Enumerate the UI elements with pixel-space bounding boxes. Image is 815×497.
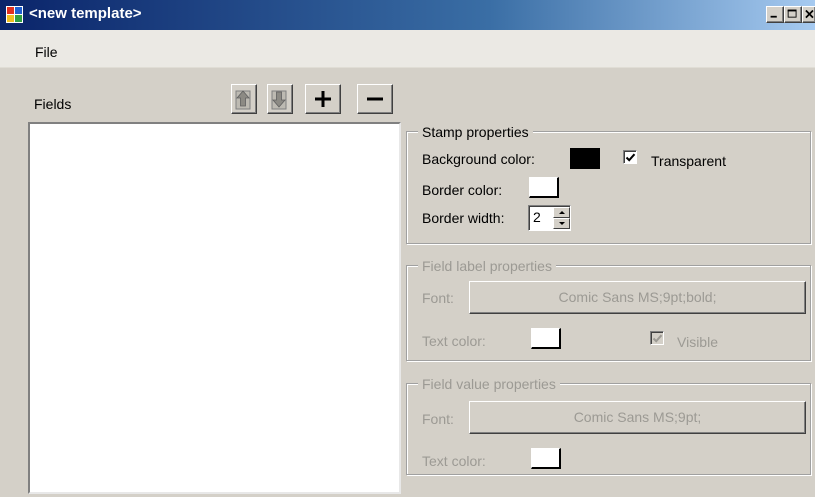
check-icon bbox=[625, 153, 636, 162]
transparent-checkbox[interactable] bbox=[623, 150, 637, 164]
move-up-icon bbox=[235, 90, 251, 110]
app-icon bbox=[6, 6, 23, 23]
chevron-down-icon bbox=[559, 222, 565, 225]
field-label-properties-title: Field label properties bbox=[418, 258, 556, 274]
label-font-label: Font: bbox=[422, 290, 454, 306]
add-field-button[interactable] bbox=[305, 84, 341, 114]
menu-file[interactable]: File bbox=[35, 44, 58, 60]
label-text-color-swatch[interactable] bbox=[531, 328, 561, 349]
title-bar[interactable]: <new template> bbox=[0, 0, 815, 30]
move-down-icon bbox=[271, 90, 287, 110]
label-font-button[interactable]: Comic Sans MS;9pt;bold; bbox=[469, 281, 806, 314]
border-width-label: Border width: bbox=[422, 210, 505, 226]
spin-down-button[interactable] bbox=[553, 218, 570, 229]
visible-checkbox[interactable] bbox=[650, 331, 664, 345]
move-down-button[interactable] bbox=[267, 84, 293, 114]
background-color-swatch[interactable] bbox=[570, 148, 600, 169]
check-icon bbox=[652, 334, 663, 343]
menu-bar bbox=[0, 30, 815, 68]
value-font-label: Font: bbox=[422, 411, 454, 427]
field-value-properties-title: Field value properties bbox=[418, 376, 560, 392]
window-title: <new template> bbox=[29, 5, 142, 22]
fields-list[interactable] bbox=[28, 122, 401, 494]
value-text-color-label: Text color: bbox=[422, 453, 486, 469]
spin-up-button[interactable] bbox=[553, 207, 570, 218]
value-text-color-swatch[interactable] bbox=[531, 448, 561, 469]
plus-icon bbox=[315, 91, 331, 107]
chevron-up-icon bbox=[559, 211, 565, 214]
background-color-label: Background color: bbox=[422, 151, 535, 167]
minimize-button[interactable] bbox=[766, 6, 784, 23]
label-text-color-label: Text color: bbox=[422, 333, 486, 349]
value-font-button[interactable]: Comic Sans MS;9pt; bbox=[469, 401, 806, 434]
minus-icon bbox=[367, 97, 383, 101]
transparent-label: Transparent bbox=[651, 153, 726, 169]
close-button[interactable] bbox=[802, 6, 815, 23]
border-width-spinner[interactable]: 2 bbox=[528, 205, 571, 231]
fields-label: Fields bbox=[34, 96, 72, 112]
border-color-label: Border color: bbox=[422, 182, 503, 198]
remove-field-button[interactable] bbox=[357, 84, 393, 114]
stamp-properties-title: Stamp properties bbox=[418, 124, 533, 140]
border-color-swatch[interactable] bbox=[529, 177, 559, 198]
maximize-button[interactable] bbox=[784, 6, 802, 23]
move-up-button[interactable] bbox=[231, 84, 257, 114]
border-width-value[interactable]: 2 bbox=[533, 209, 541, 225]
visible-label: Visible bbox=[677, 334, 718, 350]
